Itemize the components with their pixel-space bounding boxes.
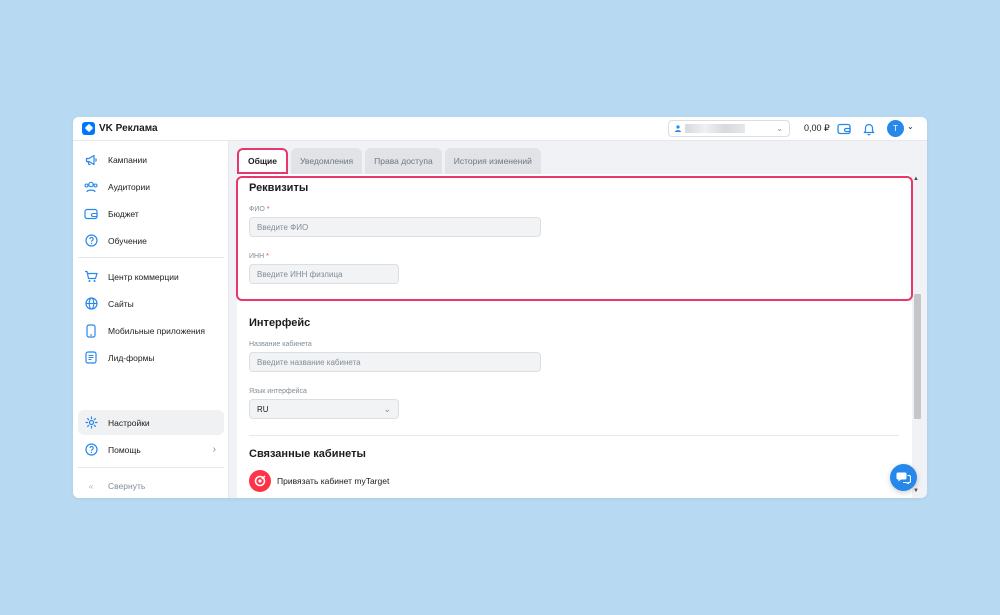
inn-label: ИНН * xyxy=(249,253,269,260)
section-divider xyxy=(249,435,899,436)
cart-icon xyxy=(84,270,98,284)
language-select[interactable]: RU ⌄ xyxy=(249,399,399,419)
chevron-down-icon: ⌄ xyxy=(776,124,783,133)
tab-access-rights[interactable]: Права доступа xyxy=(365,148,442,174)
phone-icon xyxy=(84,323,98,338)
balance-amount: 0,00 ₽ xyxy=(804,123,830,133)
question-icon xyxy=(84,234,98,248)
scroll-down-icon[interactable]: ▼ xyxy=(913,488,919,494)
account-name-blurred xyxy=(685,124,745,133)
users-icon xyxy=(84,180,98,194)
sidebar-collapse-label: Свернуть xyxy=(108,480,146,491)
globe-icon xyxy=(84,297,98,311)
language-label: Язык интерфейса xyxy=(249,388,307,395)
inn-input[interactable] xyxy=(249,264,399,284)
chevron-down-icon[interactable]: ⌄ xyxy=(907,122,914,131)
sidebar-item-campaigns[interactable]: Кампании xyxy=(78,147,224,172)
fio-input[interactable] xyxy=(249,217,541,237)
link-mytarget-label: Привязать кабинет myTarget xyxy=(277,476,390,486)
wallet-icon xyxy=(84,207,98,221)
fio-label: ФИО * xyxy=(249,206,270,213)
account-selector[interactable]: ⌄ xyxy=(668,120,790,137)
sidebar-item-help[interactable]: Помощь › xyxy=(78,437,224,462)
tab-general[interactable]: Общие xyxy=(237,148,288,174)
sidebar-item-mobile-apps[interactable]: Мобильные приложения xyxy=(78,318,224,343)
cabinet-name-input[interactable] xyxy=(249,352,541,372)
scroll-up-icon[interactable]: ▲ xyxy=(913,176,919,182)
sidebar-collapse-button[interactable]: « Свернуть xyxy=(78,473,224,498)
sidebar-item-label: Сайты xyxy=(108,298,134,309)
tab-notifications[interactable]: Уведомления xyxy=(291,148,363,174)
sidebar-item-audiences[interactable]: Аудитории xyxy=(78,174,224,199)
user-icon xyxy=(675,125,681,132)
content-scrollbar[interactable]: ▲ ▼ xyxy=(913,174,921,498)
vk-logo-icon xyxy=(82,122,95,135)
cabinet-name-label: Название кабинета xyxy=(249,341,312,348)
sidebar: Кампании Аудитории Бюджет Обучение Центр… xyxy=(73,141,229,498)
link-mytarget-button[interactable]: Привязать кабинет myTarget xyxy=(249,470,389,492)
sidebar-item-label: Настройки xyxy=(108,417,150,428)
linked-cabinets-title: Связанные кабинеты xyxy=(249,448,366,460)
sidebar-item-learning[interactable]: Обучение xyxy=(78,228,224,253)
logo-text: VK Реклама xyxy=(99,123,158,134)
chat-bubbles-icon xyxy=(896,472,911,484)
form-icon xyxy=(84,351,98,365)
megaphone-icon xyxy=(84,153,98,167)
sidebar-divider xyxy=(78,257,224,258)
bell-icon[interactable] xyxy=(861,121,877,137)
sidebar-item-label: Мобильные приложения xyxy=(108,325,206,336)
sidebar-item-label: Обучение xyxy=(108,235,147,246)
top-bar: VK Реклама ⌄ 0,00 ₽ T ⌄ xyxy=(73,117,927,141)
gear-icon xyxy=(84,416,98,430)
main-area: Общие Уведомления Права доступа История … xyxy=(229,141,927,498)
sidebar-divider xyxy=(78,467,224,468)
requisites-title: Реквизиты xyxy=(249,182,309,194)
interface-title: Интерфейс xyxy=(249,317,311,329)
app-window: VK Реклама ⌄ 0,00 ₽ T ⌄ Кампании Аудитор… xyxy=(73,117,927,498)
sidebar-item-label: Лид-формы xyxy=(108,352,155,363)
chevron-right-icon: › xyxy=(212,444,216,455)
sidebar-item-sites[interactable]: Сайты xyxy=(78,291,224,316)
language-value: RU xyxy=(257,404,269,414)
mytarget-icon xyxy=(249,470,271,492)
tab-change-history[interactable]: История изменений xyxy=(444,148,541,174)
avatar[interactable]: T xyxy=(887,120,904,137)
support-chat-button[interactable] xyxy=(890,464,917,491)
settings-content: Реквизиты ФИО * ИНН * Интерфейс Название… xyxy=(237,174,912,498)
sidebar-item-label: Центр коммерции xyxy=(108,271,179,282)
vk-ads-logo[interactable]: VK Реклама xyxy=(82,122,158,135)
chevron-down-icon: ⌄ xyxy=(383,403,391,414)
double-chevron-left-icon: « xyxy=(88,480,94,491)
sidebar-item-lead-forms[interactable]: Лид-формы xyxy=(78,345,224,370)
sidebar-item-budget[interactable]: Бюджет xyxy=(78,201,224,226)
sidebar-item-label: Аудитории xyxy=(108,181,150,192)
scroll-thumb[interactable] xyxy=(914,294,921,419)
settings-tabs: Общие Уведомления Права доступа История … xyxy=(237,148,541,174)
question-icon xyxy=(84,443,98,457)
sidebar-item-commerce-center[interactable]: Центр коммерции xyxy=(78,264,224,289)
sidebar-item-settings[interactable]: Настройки xyxy=(78,410,224,435)
sidebar-item-label: Помощь xyxy=(108,444,141,455)
sidebar-item-label: Кампании xyxy=(108,154,148,165)
sidebar-item-label: Бюджет xyxy=(108,208,139,219)
wallet-icon[interactable] xyxy=(836,121,852,137)
